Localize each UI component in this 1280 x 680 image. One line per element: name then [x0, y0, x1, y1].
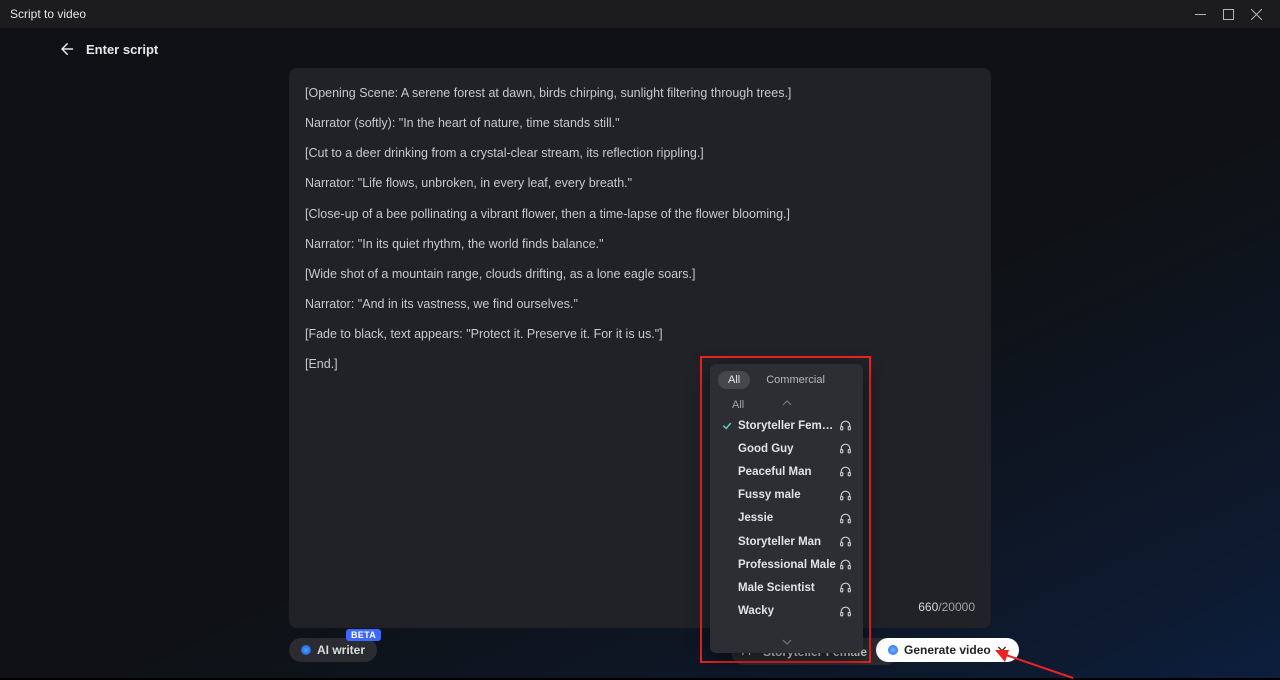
chevron-down-icon — [997, 643, 1007, 657]
script-line: Narrator (softly): "In the heart of natu… — [305, 114, 975, 132]
headphones-icon[interactable] — [837, 442, 853, 455]
voice-tab-commercial[interactable]: Commercial — [756, 371, 835, 389]
script-line: [Opening Scene: A serene forest at dawn,… — [305, 84, 975, 102]
caret-up-icon[interactable] — [782, 393, 792, 411]
voice-option[interactable]: Fussy male — [716, 484, 857, 507]
voice-tab-all[interactable]: All — [718, 371, 750, 389]
headphones-icon[interactable] — [837, 535, 853, 548]
script-line: [End.] — [305, 355, 975, 373]
headphones-icon[interactable] — [837, 489, 853, 502]
voice-option[interactable]: Jessie — [716, 507, 857, 530]
script-line: Narrator: "Life flows, unbroken, in ever… — [305, 174, 975, 192]
voice-popup: All Commercial All Storyteller Female Go… — [710, 364, 863, 653]
beta-badge: BETA — [346, 629, 381, 641]
script-editor[interactable]: [Opening Scene: A serene forest at dawn,… — [289, 68, 991, 628]
voice-popup-tabs: All Commercial — [710, 364, 863, 393]
voice-popup-highlight: All Commercial All Storyteller Female Go… — [700, 356, 871, 663]
sparkle-icon — [301, 645, 311, 655]
title-bar: Script to video — [0, 0, 1280, 28]
voice-option-label: Fussy male — [734, 489, 837, 501]
voice-option-label: Good Guy — [734, 443, 837, 455]
script-line: [Fade to black, text appears: "Protect i… — [305, 325, 975, 343]
headphones-icon[interactable] — [837, 465, 853, 478]
voice-group-label: All — [732, 399, 744, 411]
script-line: Narrator: "In its quiet rhythm, the worl… — [305, 235, 975, 253]
voice-option[interactable]: Good Guy — [716, 437, 857, 460]
voice-option-label: Male Scientist — [734, 582, 837, 594]
voice-option-label: Peaceful Man — [734, 466, 837, 478]
scroll-down-caret[interactable] — [710, 639, 863, 653]
back-arrow-icon[interactable] — [56, 40, 74, 58]
headphones-icon[interactable] — [837, 419, 853, 432]
voice-list[interactable]: Storyteller Female Good Guy Peaceful Man… — [710, 411, 863, 639]
voice-option-label: Wacky — [734, 605, 837, 617]
headphones-icon[interactable] — [837, 512, 853, 525]
script-line: [Cut to a deer drinking from a crystal-c… — [305, 144, 975, 162]
script-line: [Wide shot of a mountain range, clouds d… — [305, 265, 975, 283]
voice-option[interactable]: Storyteller Female — [716, 414, 857, 437]
page-header: Enter script — [0, 28, 1280, 66]
headphones-icon[interactable] — [837, 581, 853, 594]
minimize-button[interactable] — [1186, 0, 1214, 28]
voice-option-label: Storyteller Man — [734, 536, 837, 548]
char-counter: 660/20000 — [918, 599, 975, 616]
voice-option[interactable]: Professional Male — [716, 553, 857, 576]
voice-option-label: Jessie — [734, 512, 837, 524]
sparkle-icon — [888, 645, 898, 655]
generate-video-button[interactable]: Generate video — [876, 638, 1019, 662]
window-title: Script to video — [10, 7, 86, 21]
voice-option[interactable]: Storyteller Man — [716, 530, 857, 553]
page-body: Enter script [Opening Scene: A serene fo… — [0, 28, 1280, 678]
generate-label: Generate video — [904, 643, 991, 657]
headphones-icon[interactable] — [837, 558, 853, 571]
ai-writer-button[interactable]: AI writer BETA — [289, 638, 377, 662]
maximize-button[interactable] — [1214, 0, 1242, 28]
headphones-icon[interactable] — [837, 605, 853, 618]
voice-option[interactable]: Wacky — [716, 600, 857, 623]
close-button[interactable] — [1242, 0, 1270, 28]
voice-option-label: Professional Male — [734, 559, 837, 571]
ai-writer-label: AI writer — [317, 643, 365, 657]
page-title: Enter script — [86, 42, 158, 57]
voice-option[interactable]: Peaceful Man — [716, 460, 857, 483]
voice-option-label: Storyteller Female — [734, 420, 837, 432]
voice-option[interactable]: Male Scientist — [716, 576, 857, 599]
script-line: Narrator: "And in its vastness, we find … — [305, 295, 975, 313]
voice-subheader: All — [710, 393, 863, 411]
script-line: [Close-up of a bee pollinating a vibrant… — [305, 205, 975, 223]
check-icon — [720, 421, 734, 431]
